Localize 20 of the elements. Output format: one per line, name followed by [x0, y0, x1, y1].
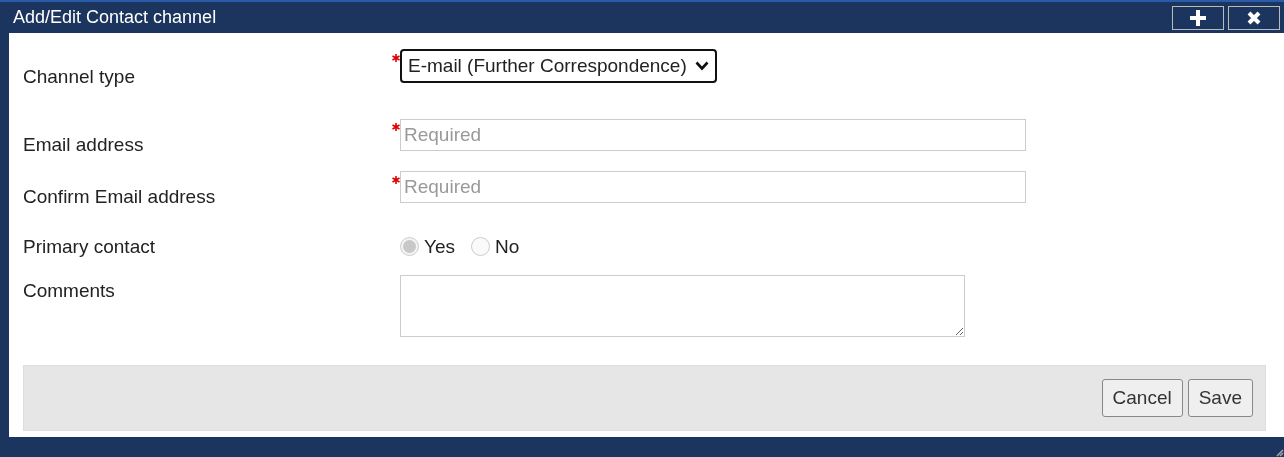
- radio-label: No: [495, 234, 520, 259]
- radio-label: Yes: [424, 234, 455, 259]
- plus-icon: [1190, 9, 1206, 26]
- text-field[interactable]: Required: [400, 171, 1026, 203]
- footer-button[interactable]: Cancel: [1101, 379, 1183, 417]
- field-label: Comments: [23, 279, 116, 303]
- channel-type-select[interactable]: E-mail (Further Correspondence): [400, 49, 717, 83]
- field-label: Channel type: [23, 65, 136, 89]
- close-icon: [1247, 10, 1261, 25]
- field-label: Email address: [23, 132, 145, 157]
- window-title: Add/Edit Contact channel: [12, 6, 217, 29]
- chevron-icon: [694, 61, 709, 71]
- comments-field[interactable]: [400, 275, 965, 337]
- footer-button[interactable]: Save: [1187, 379, 1253, 417]
- resize-grip-icon[interactable]: [1276, 449, 1284, 457]
- text-field[interactable]: Required: [400, 118, 1026, 151]
- add-button[interactable]: [1172, 5, 1224, 30]
- field-label: Confirm Email address: [23, 185, 217, 209]
- close-button[interactable]: [1228, 5, 1280, 30]
- field-label: Primary contact: [23, 234, 156, 259]
